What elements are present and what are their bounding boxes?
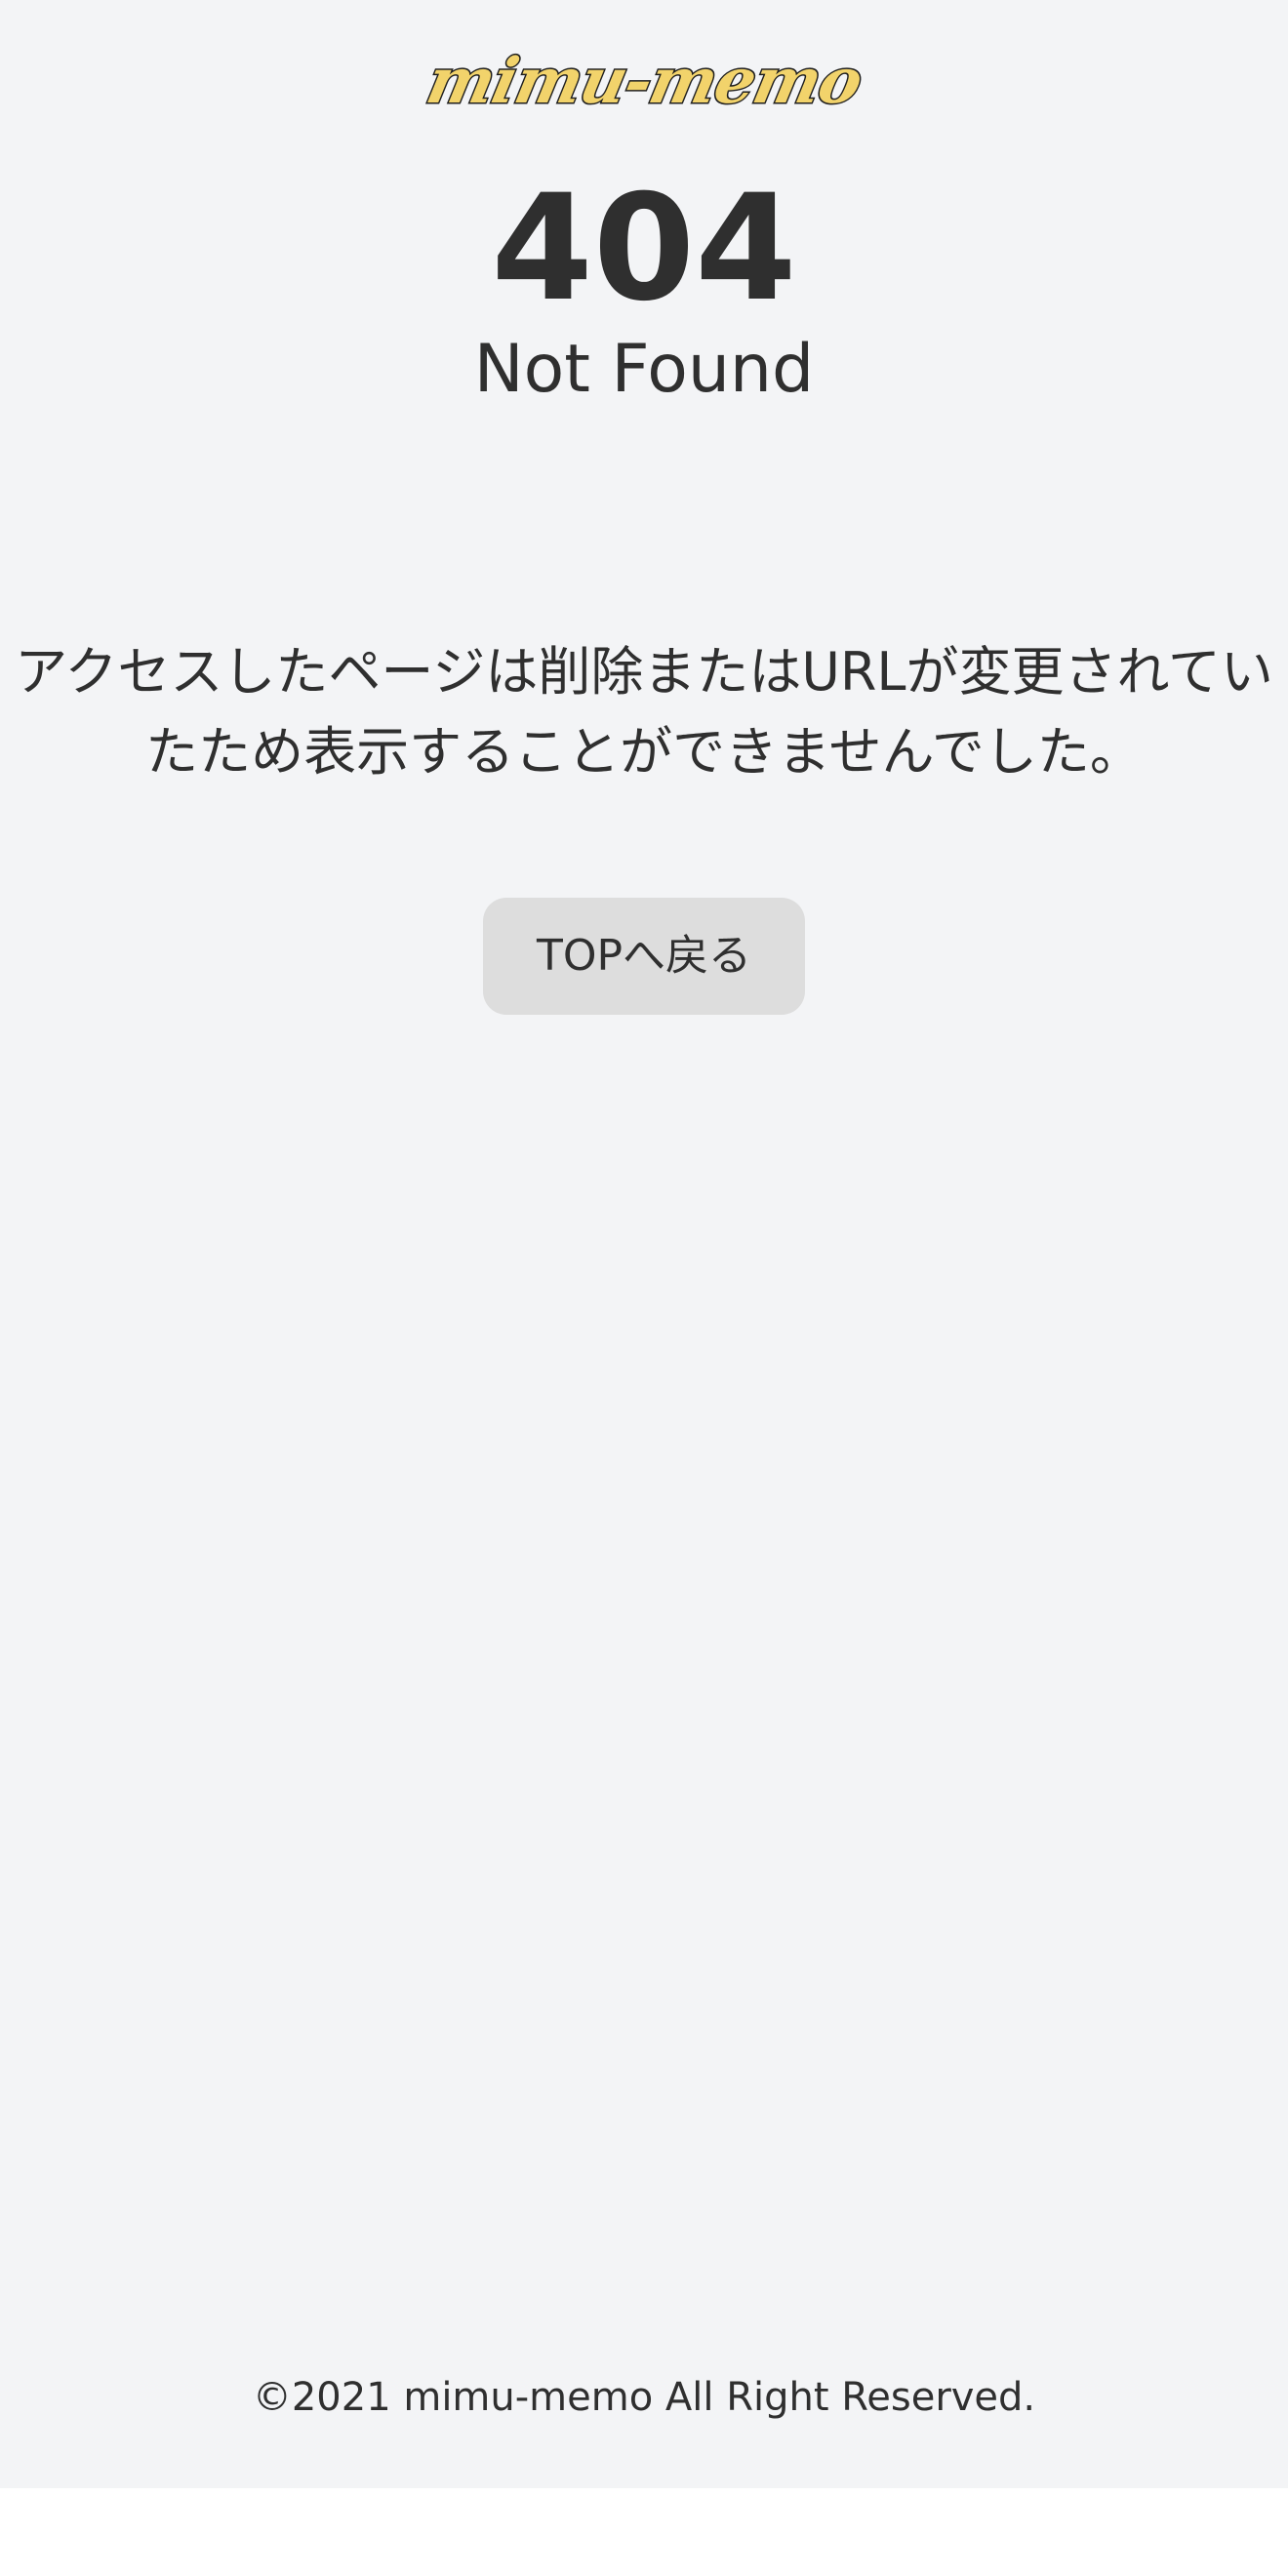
copyright-footer: ©2021 mimu-memo All Right Reserved. [252,2375,1036,2420]
error-page: mimu-memo 404 Not Found アクセスしたページは削除またはU… [0,0,1288,2488]
error-title: Not Found [473,331,815,408]
error-code: 404 [491,164,797,334]
site-logo[interactable]: mimu-memo [0,43,1288,121]
error-message-line-2: たため表示することができませんでした。 [145,721,1143,783]
error-message: アクセスしたページは削除またはURLが変更されてい たため表示することができませ… [0,632,1288,792]
logo-text[interactable]: mimu-memo [419,43,869,121]
error-message-line-1: アクセスしたページは削除またはURLが変更されてい [15,641,1273,703]
back-to-top-button[interactable]: TOPへ戻る [483,898,805,1015]
